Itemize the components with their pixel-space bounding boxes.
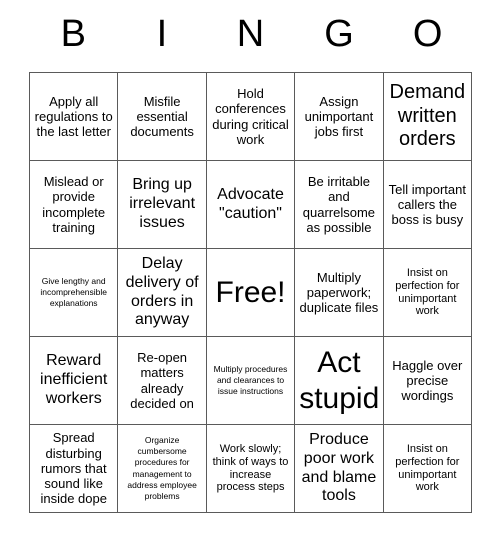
bingo-cell[interactable]: Act stupid — [295, 337, 384, 425]
bingo-cell[interactable]: Re-open matters already decided on — [118, 337, 207, 425]
bingo-cell-label: Tell important callers the boss is busy — [388, 181, 466, 228]
bingo-cell-label: Be irritable and quarrelsome as possible — [302, 173, 376, 235]
bingo-cell[interactable]: Advocate "caution" — [206, 161, 296, 249]
bingo-cell[interactable]: Be irritable and quarrelsome as possible — [295, 161, 384, 249]
bingo-cell-label: Insist on perfection for unimportant wor… — [395, 442, 460, 494]
bingo-cell[interactable]: Demand written orders — [383, 73, 473, 161]
bingo-cell-label: Organize cumbersome procedures for manag… — [127, 435, 197, 501]
bingo-cell[interactable]: Organize cumbersome procedures for manag… — [118, 425, 207, 513]
bingo-row: Give lengthy and incomprehensible explan… — [30, 249, 473, 337]
bingo-cell-label: Reward inefficient workers — [40, 352, 108, 407]
bingo-cell-label: Assign unimportant jobs first — [304, 93, 374, 140]
header-letter-n: N — [236, 13, 265, 55]
bingo-cell[interactable]: Give lengthy and incomprehensible explan… — [30, 249, 119, 337]
bingo-cell[interactable]: Insist on perfection for unimportant wor… — [383, 425, 473, 513]
header-letter-i: I — [156, 13, 168, 55]
bingo-cell-label: Hold conferences during critical work — [212, 85, 289, 147]
bingo-cell[interactable]: Insist on perfection for unimportant wor… — [383, 249, 473, 337]
bingo-cell[interactable]: Misfile essential documents — [118, 73, 207, 161]
header-letter-g: G — [324, 13, 354, 55]
bingo-cell-label: Re-open matters already decided on — [130, 349, 194, 411]
bingo-cell-label: Misfile essential documents — [130, 93, 194, 140]
bingo-cell-label: Produce poor work and blame tools — [301, 430, 377, 505]
header-letter-o: O — [412, 13, 443, 55]
bingo-cell[interactable]: Haggle over precise wordings — [383, 337, 473, 425]
bingo-cell[interactable]: Apply all regulations to the last letter — [30, 73, 119, 161]
bingo-row: Mislead or provide incomplete training B… — [30, 161, 473, 249]
bingo-cell-label: Free! — [215, 275, 286, 309]
bingo-cell-label: Work slowly; think of ways to increase p… — [212, 442, 289, 494]
bingo-cell-label: Haggle over precise wordings — [392, 357, 463, 404]
bingo-cell-label: Give lengthy and incomprehensible explan… — [40, 275, 108, 309]
bingo-cell-free[interactable]: Free! — [206, 249, 296, 337]
bingo-cell-label: Bring up irrelevant issues — [129, 176, 196, 231]
bingo-cell-label: Demand written orders — [389, 81, 466, 151]
bingo-cell-label: Act stupid — [299, 346, 380, 415]
bingo-cell-label: Spread disturbing rumors that sound like… — [40, 430, 107, 507]
bingo-cell[interactable]: Reward inefficient workers — [30, 337, 119, 425]
bingo-cell-label: Insist on perfection for unimportant wor… — [395, 266, 460, 318]
bingo-row: Reward inefficient workers Re-open matte… — [30, 337, 473, 425]
bingo-cell[interactable]: Spread disturbing rumors that sound like… — [30, 425, 119, 513]
bingo-cell-label: Multiply procedures and clearances to is… — [213, 363, 288, 397]
bingo-cell-label: Multiply paperwork; duplicate files — [299, 269, 379, 316]
bingo-row: Spread disturbing rumors that sound like… — [30, 425, 473, 513]
bingo-cell[interactable]: Bring up irrelevant issues — [118, 161, 207, 249]
bingo-header: B I N G O — [29, 0, 472, 72]
bingo-cell[interactable]: Multiply paperwork; duplicate files — [295, 249, 384, 337]
bingo-row: Apply all regulations to the last letter… — [30, 73, 473, 161]
bingo-card: B I N G O Apply all regulations to the l… — [29, 0, 473, 513]
bingo-cell-label: Delay delivery of orders in anyway — [125, 254, 199, 329]
bingo-cell[interactable]: Tell important callers the boss is busy — [383, 161, 473, 249]
bingo-cell[interactable]: Delay delivery of orders in anyway — [118, 249, 207, 337]
header-letter-b: B — [60, 13, 86, 55]
bingo-cell[interactable]: Multiply procedures and clearances to is… — [206, 337, 296, 425]
bingo-grid: Apply all regulations to the last letter… — [29, 72, 473, 513]
bingo-cell[interactable]: Mislead or provide incomplete training — [30, 161, 119, 249]
bingo-cell-label: Mislead or provide incomplete training — [42, 173, 106, 235]
bingo-cell[interactable]: Produce poor work and blame tools — [295, 425, 384, 513]
bingo-cell[interactable]: Hold conferences during critical work — [206, 73, 296, 161]
bingo-cell[interactable]: Assign unimportant jobs first — [295, 73, 384, 161]
bingo-cell-label: Apply all regulations to the last letter — [34, 93, 113, 140]
bingo-cell-label: Advocate "caution" — [217, 185, 284, 222]
bingo-cell[interactable]: Work slowly; think of ways to increase p… — [206, 425, 296, 513]
